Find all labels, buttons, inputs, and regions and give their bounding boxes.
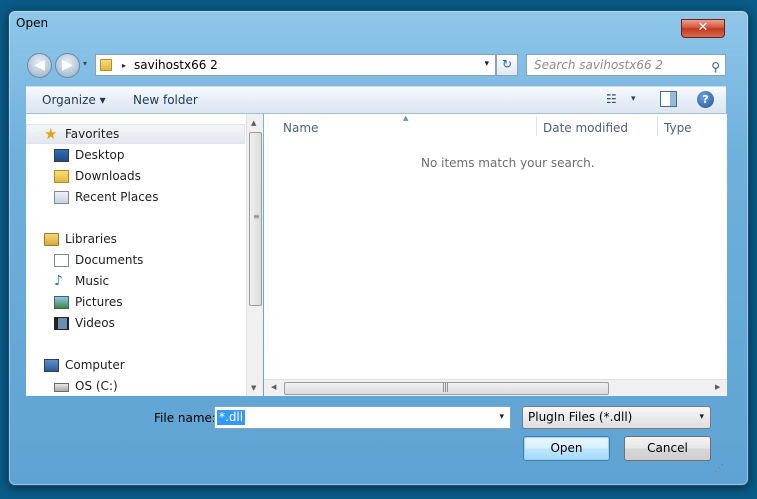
music-icon: ♪: [54, 272, 63, 289]
scroll-down-icon[interactable]: ▼: [251, 384, 256, 392]
chevron-down-icon: ▾: [699, 412, 704, 422]
search-icon[interactable]: ⚲: [711, 57, 720, 77]
breadcrumb-current-folder[interactable]: savihostx66 2: [134, 58, 218, 72]
empty-folder-message: No items match your search.: [421, 156, 595, 170]
file-name-dropdown-icon[interactable]: ▾: [499, 412, 504, 422]
sidebar-item-pictures[interactable]: Pictures: [54, 292, 123, 312]
scroll-grip-icon: |||: [442, 383, 449, 393]
sidebar-item-libraries[interactable]: Libraries: [44, 229, 117, 249]
file-name-input[interactable]: *.dll ▾: [214, 406, 511, 429]
close-button[interactable]: ✕: [681, 19, 725, 38]
pictures-icon: [54, 295, 69, 309]
column-header-type[interactable]: Type: [664, 121, 692, 135]
address-bar[interactable]: ▸ savihostx66 2 ▾: [95, 54, 496, 76]
forward-arrow-icon: ▶: [62, 57, 73, 73]
column-header-date-modified[interactable]: Date modified: [543, 121, 628, 135]
column-divider[interactable]: [657, 116, 658, 136]
back-button[interactable]: ◀: [27, 53, 52, 78]
sort-ascending-icon: ▲: [403, 114, 409, 122]
search-input[interactable]: Search savihostx66 2 ⚲: [526, 54, 726, 76]
help-icon[interactable]: ?: [697, 91, 714, 108]
refresh-icon: ↻: [501, 57, 513, 71]
sidebar-item-favorites[interactable]: ★ Favorites: [26, 124, 245, 144]
sidebar-item-videos[interactable]: Videos: [54, 313, 115, 333]
sidebar-item-downloads[interactable]: Downloads: [54, 166, 141, 186]
column-header-name[interactable]: Name: [283, 121, 318, 135]
sidebar-item-documents[interactable]: Documents: [54, 250, 143, 270]
address-dropdown-icon[interactable]: ▾: [484, 59, 489, 69]
sidebar-item-label: OS (C:): [75, 379, 118, 393]
file-type-select[interactable]: PlugIn Files (*.dll) ▾: [522, 406, 711, 429]
sidebar-item-label: Desktop: [75, 148, 125, 162]
desktop-icon: [54, 148, 69, 162]
folder-icon: [100, 59, 112, 71]
sidebar-item-recent-places[interactable]: Recent Places: [54, 187, 158, 207]
command-toolbar: Organize ▾ New folder ☷ ▾ ?: [26, 86, 726, 114]
sidebar-item-label: Pictures: [75, 295, 123, 309]
sidebar-item-desktop[interactable]: Desktop: [54, 145, 125, 165]
scroll-up-icon[interactable]: ▲: [251, 119, 256, 127]
sidebar-item-music[interactable]: ♪ Music: [54, 271, 109, 291]
view-options-dropdown-icon[interactable]: ▾: [631, 94, 636, 104]
change-view-icon[interactable]: ☷: [606, 92, 617, 106]
sidebar-item-label: Music: [75, 274, 110, 288]
recent-locations-dropdown[interactable]: ▾: [83, 59, 87, 68]
sidebar-item-label: Favorites: [65, 127, 120, 141]
file-list-horizontal-scrollbar[interactable]: ◀ ||| ▶: [264, 379, 727, 396]
organize-menu-button[interactable]: Organize ▾: [42, 93, 106, 107]
refresh-button[interactable]: ↻: [496, 54, 518, 76]
sidebar-item-label: Computer: [65, 358, 125, 372]
file-name-value[interactable]: *.dll: [217, 410, 246, 425]
resize-grip-icon[interactable]: ⋰: [714, 463, 724, 474]
preview-pane-icon[interactable]: [660, 91, 677, 107]
sidebar-item-computer[interactable]: Computer: [44, 355, 125, 375]
window-title: Open: [16, 16, 49, 30]
cancel-button[interactable]: Cancel: [624, 436, 711, 461]
breadcrumb-chevron-icon[interactable]: ▸: [122, 61, 126, 70]
scrollbar-thumb[interactable]: ≡: [249, 132, 262, 306]
computer-icon: [44, 358, 59, 372]
forward-button[interactable]: ▶: [55, 53, 80, 78]
downloads-folder-icon: [54, 169, 69, 183]
close-icon: ✕: [697, 20, 709, 35]
scrollbar-thumb[interactable]: |||: [284, 382, 609, 395]
column-divider[interactable]: [536, 116, 537, 136]
sidebar-item-label: Recent Places: [75, 190, 159, 204]
libraries-icon: [44, 232, 59, 246]
open-button[interactable]: Open: [523, 436, 610, 461]
sidebar-item-label: Documents: [75, 253, 144, 267]
scroll-right-icon[interactable]: ▶: [715, 383, 720, 391]
search-placeholder: Search savihostx66 2: [534, 58, 664, 72]
file-type-value: PlugIn Files (*.dll): [528, 410, 633, 424]
videos-icon: [54, 316, 69, 330]
scroll-left-icon[interactable]: ◀: [271, 383, 276, 391]
recent-places-icon: [54, 190, 69, 204]
back-arrow-icon: ◀: [34, 57, 45, 73]
documents-icon: [54, 253, 69, 267]
drive-icon: [54, 383, 69, 392]
navigation-pane: ★ Favorites Desktop Downloads Recent Pla…: [26, 114, 262, 396]
star-icon: ★: [44, 124, 58, 143]
sidebar-item-label: Videos: [75, 316, 115, 330]
new-folder-button[interactable]: New folder: [133, 93, 198, 107]
file-list-pane: ▲ Name Date modified Type No items match…: [264, 114, 727, 396]
sidebar-item-label: Libraries: [65, 232, 117, 246]
sidebar-item-label: Downloads: [75, 169, 141, 183]
sidebar-item-os-drive[interactable]: OS (C:): [54, 376, 118, 396]
file-name-label: File name:: [154, 411, 216, 425]
navigation-pane-scrollbar[interactable]: ▲ ≡ ▼: [246, 114, 263, 396]
scroll-grip-icon: ≡: [253, 212, 260, 221]
